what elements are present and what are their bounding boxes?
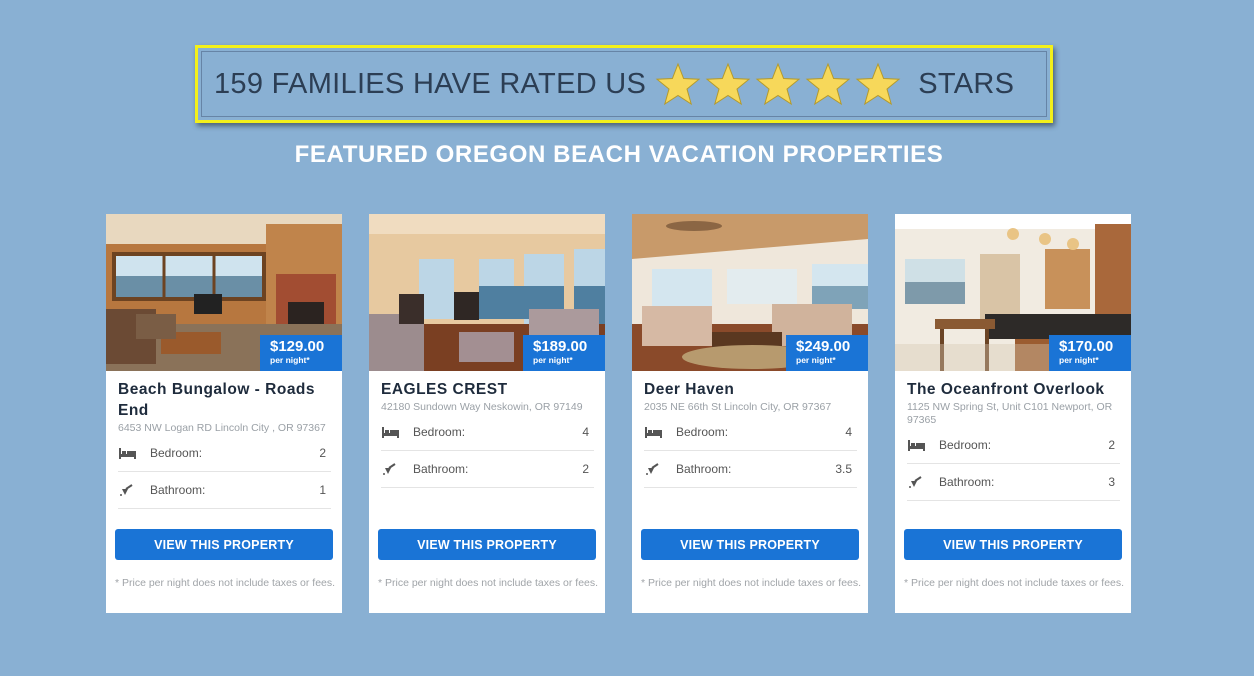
property-title[interactable]: Deer Haven [644, 379, 857, 400]
bedroom-label: Bedroom: [413, 425, 466, 439]
property-card: $170.00 per night* The Oceanfront Overlo… [895, 214, 1131, 613]
property-card-body: Deer Haven 2035 NE 66th St Lincoln City,… [632, 371, 868, 488]
property-address: 2035 NE 66th St Lincoln City, OR 97367 [644, 401, 832, 413]
page: 159 FAMILIES HAVE RATED US STARS FEATURE… [0, 0, 1254, 676]
shower-icon [908, 475, 926, 489]
price-unit: per night* [1059, 355, 1099, 365]
bed-icon [382, 425, 400, 439]
bedroom-row: Bedroom: 4 [381, 414, 594, 451]
property-photo[interactable]: $189.00 per night* [369, 214, 605, 371]
section-title: FEATURED OREGON BEACH VACATION PROPERTIE… [294, 141, 944, 168]
price-disclaimer: * Price per night does not include taxes… [641, 577, 862, 589]
shower-icon [382, 462, 400, 476]
bedroom-value: 4 [582, 425, 589, 439]
bathroom-row: Bathroom: 3.5 [644, 451, 857, 488]
price-badge: $189.00 per night* [523, 335, 605, 371]
star-icon [704, 62, 752, 106]
bathroom-value: 3.5 [835, 462, 852, 476]
bathroom-label: Bathroom: [413, 462, 469, 476]
star-rating [654, 62, 904, 106]
property-address: 6453 NW Logan RD Lincoln City , OR 97367 [118, 422, 326, 434]
property-card-body: The Oceanfront Overlook 1125 NW Spring S… [895, 371, 1131, 501]
price-unit: per night* [533, 355, 573, 365]
rating-text-after: STARS [918, 67, 1015, 100]
bathroom-value: 1 [319, 483, 326, 497]
price-disclaimer: * Price per night does not include taxes… [378, 577, 599, 589]
bathroom-label: Bathroom: [150, 483, 206, 497]
bedroom-label: Bedroom: [150, 446, 203, 460]
bed-icon [119, 446, 137, 460]
shower-icon [119, 483, 137, 497]
property-title[interactable]: Beach Bungalow - Roads End [118, 379, 331, 421]
property-photo[interactable]: $129.00 per night* [106, 214, 342, 371]
rating-text-before: 159 FAMILIES HAVE RATED US [214, 67, 647, 100]
property-title[interactable]: The Oceanfront Overlook [907, 379, 1120, 400]
property-card: $189.00 per night* EAGLES CREST 42180 Su… [369, 214, 605, 613]
shower-icon [645, 462, 663, 476]
property-card: $129.00 per night* Beach Bungalow - Road… [106, 214, 342, 613]
bed-icon [908, 438, 926, 452]
bathroom-value: 3 [1108, 475, 1115, 489]
price-badge: $129.00 per night* [260, 335, 342, 371]
bathroom-row: Bathroom: 1 [118, 472, 331, 509]
property-address: 1125 NW Spring St, Unit C101 Newport, OR… [907, 401, 1113, 426]
bathroom-value: 2 [582, 462, 589, 476]
property-card-list: $129.00 per night* Beach Bungalow - Road… [106, 214, 1131, 613]
price-value: $129.00 [270, 338, 325, 355]
bedroom-row: Bedroom: 4 [644, 414, 857, 451]
rating-text: 159 FAMILIES HAVE RATED US STARS [214, 62, 1014, 106]
bedroom-value: 2 [319, 446, 326, 460]
property-card-body: Beach Bungalow - Roads End 6453 NW Logan… [106, 371, 342, 509]
price-value: $170.00 [1059, 338, 1114, 355]
property-card-body: EAGLES CREST 42180 Sundown Way Neskowin,… [369, 371, 605, 488]
price-badge: $249.00 per night* [786, 335, 868, 371]
price-unit: per night* [270, 355, 310, 365]
bedroom-value: 4 [845, 425, 852, 439]
star-icon [754, 62, 802, 106]
bathroom-label: Bathroom: [676, 462, 732, 476]
price-value: $189.00 [533, 338, 588, 355]
price-disclaimer: * Price per night does not include taxes… [115, 577, 336, 589]
view-property-button[interactable]: VIEW THIS PROPERTY [641, 529, 859, 560]
price-badge: $170.00 per night* [1049, 335, 1131, 371]
view-property-button[interactable]: VIEW THIS PROPERTY [115, 529, 333, 560]
property-address: 42180 Sundown Way Neskowin, OR 97149 [381, 401, 583, 413]
star-icon [804, 62, 852, 106]
property-card: $249.00 per night* Deer Haven 2035 NE 66… [632, 214, 868, 613]
bathroom-row: Bathroom: 3 [907, 464, 1120, 501]
view-property-button[interactable]: VIEW THIS PROPERTY [904, 529, 1122, 560]
price-unit: per night* [796, 355, 836, 365]
bedroom-value: 2 [1108, 438, 1115, 452]
bedroom-row: Bedroom: 2 [118, 435, 331, 472]
rating-banner: 159 FAMILIES HAVE RATED US STARS [195, 45, 1053, 123]
bedroom-label: Bedroom: [676, 425, 729, 439]
price-disclaimer: * Price per night does not include taxes… [904, 577, 1125, 589]
bedroom-label: Bedroom: [939, 438, 992, 452]
bathroom-row: Bathroom: 2 [381, 451, 594, 488]
property-title[interactable]: EAGLES CREST [381, 379, 594, 400]
view-property-button[interactable]: VIEW THIS PROPERTY [378, 529, 596, 560]
price-value: $249.00 [796, 338, 851, 355]
bed-icon [645, 425, 663, 439]
star-icon [654, 62, 702, 106]
bedroom-row: Bedroom: 2 [907, 427, 1120, 464]
property-photo[interactable]: $249.00 per night* [632, 214, 868, 371]
bathroom-label: Bathroom: [939, 475, 995, 489]
star-icon [854, 62, 902, 106]
property-photo[interactable]: $170.00 per night* [895, 214, 1131, 371]
